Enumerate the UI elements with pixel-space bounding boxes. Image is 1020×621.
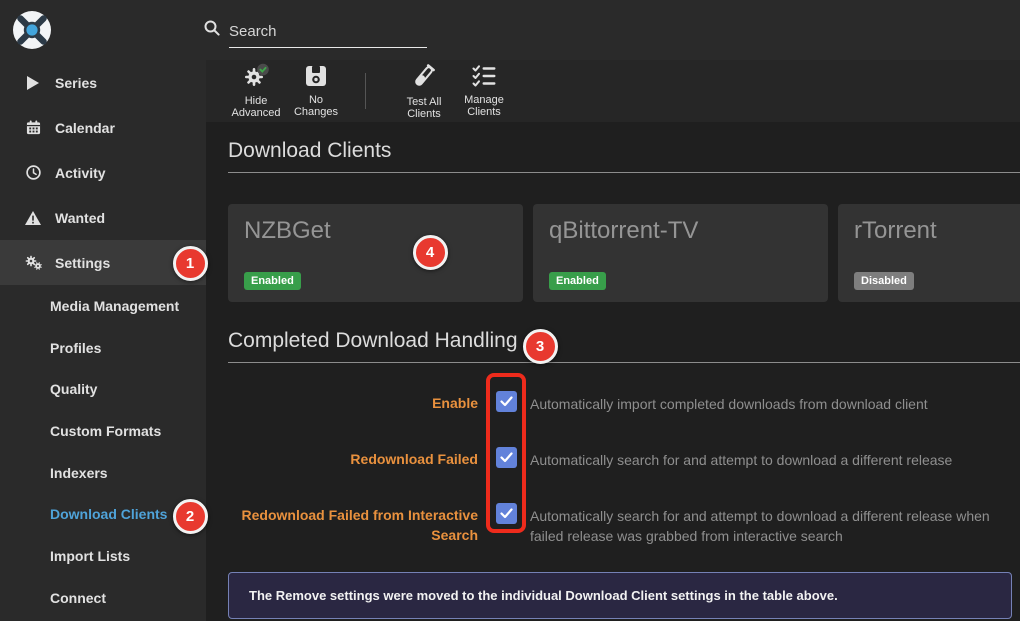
status-badge: Disabled (854, 272, 914, 290)
sidebar-subitem-label: Indexers (50, 465, 108, 481)
setting-label: Redownload Failed (228, 447, 478, 469)
download-client-card-qbittorrent-tv[interactable]: qBittorrent-TV Enabled (533, 204, 828, 302)
client-name: qBittorrent-TV (549, 217, 812, 245)
sidebar-item-profiles[interactable]: Profiles (0, 327, 206, 369)
search-input[interactable] (229, 21, 427, 48)
toolbar-button-label: Hide Advanced (226, 95, 286, 119)
download-client-card-rtorrent[interactable]: rTorrent Disabled (838, 204, 1020, 302)
sidebar-item-activity[interactable]: Activity (0, 150, 206, 195)
advanced-gear-check-icon (243, 63, 270, 91)
sidebar-item-label: Wanted (55, 210, 105, 226)
redownload-failed-checkbox[interactable] (496, 447, 517, 468)
sidebar-item-label: Series (55, 75, 97, 91)
sidebar-subitem-label: Media Management (50, 298, 179, 314)
toolbar-button-label: Test All Clients (394, 96, 454, 120)
search-bar (204, 20, 427, 48)
sidebar-item-calendar[interactable]: Calendar (0, 105, 206, 150)
sidebar-item-import-lists[interactable]: Import Lists (0, 535, 206, 577)
page-toolbar: Hide Advanced No Changes Test All Clien (206, 60, 1020, 122)
download-client-cards: NZBGet Enabled qBittorrent-TV Enabled rT… (228, 204, 1020, 302)
test-tube-icon (411, 63, 437, 92)
sidebar-subitem-label: Profiles (50, 340, 101, 356)
play-icon (24, 76, 42, 90)
setting-label: Enable (228, 391, 478, 413)
sidebar-item-media-management[interactable]: Media Management (0, 285, 206, 327)
sidebar-subitem-label: Download Clients (50, 506, 167, 522)
help-text: Automatically search for and attempt to … (530, 447, 952, 470)
toolbar-button-label: No Changes (286, 94, 346, 118)
toolbar-separator (365, 73, 366, 109)
client-name: rTorrent (854, 217, 1020, 245)
sidebar-subitem-label: Custom Formats (50, 423, 161, 439)
sidebar-item-indexers[interactable]: Indexers (0, 452, 206, 494)
client-name: NZBGet (244, 217, 507, 245)
search-icon (204, 20, 220, 48)
sidebar-item-label: Settings (55, 255, 110, 271)
sidebar-subitem-label: Quality (50, 381, 97, 397)
download-client-card-nzbget[interactable]: NZBGet Enabled (228, 204, 523, 302)
hide-advanced-button[interactable]: Hide Advanced (226, 63, 286, 119)
completed-download-handling-form: Enable Automatically import completed do… (228, 391, 1020, 546)
status-badge: Enabled (549, 272, 606, 290)
sidebar-subitem-label: Connect (50, 590, 106, 606)
gears-icon (24, 255, 42, 270)
enable-checkbox[interactable] (496, 391, 517, 412)
list-check-icon (472, 65, 496, 90)
download-clients-heading: Download Clients (228, 136, 1020, 173)
help-text: Automatically import completed downloads… (530, 391, 928, 414)
sonarr-logo[interactable] (12, 10, 52, 50)
sidebar-item-label: Calendar (55, 120, 115, 136)
remove-settings-notice: The Remove settings were moved to the in… (228, 572, 1012, 619)
sidebar-item-quality[interactable]: Quality (0, 368, 206, 410)
form-row-enable: Enable Automatically import completed do… (228, 391, 1020, 414)
status-badge: Enabled (244, 272, 301, 290)
settings-content: Download Clients NZBGet Enabled qBittorr… (206, 122, 1020, 621)
redownload-failed-interactive-checkbox[interactable] (496, 503, 517, 524)
sidebar-item-series[interactable]: Series (0, 60, 206, 105)
calendar-icon (24, 120, 42, 135)
sidebar-item-wanted[interactable]: Wanted (0, 195, 206, 240)
sidebar-item-download-clients[interactable]: Download Clients (0, 493, 206, 535)
test-all-clients-button[interactable]: Test All Clients (394, 63, 454, 120)
save-changes-button[interactable]: No Changes (286, 65, 346, 118)
sidebar-item-settings[interactable]: Settings (0, 240, 206, 285)
completed-download-handling-heading: Completed Download Handling (228, 326, 1020, 363)
setting-label: Redownload Failed from Interactive Searc… (228, 503, 478, 545)
warning-triangle-icon (24, 211, 42, 225)
help-text: Automatically search for and attempt to … (530, 503, 1000, 546)
form-row-redownload-failed-interactive: Redownload Failed from Interactive Searc… (228, 503, 1020, 546)
manage-clients-button[interactable]: Manage Clients (454, 65, 514, 118)
top-bar (0, 0, 1020, 60)
sidebar: Series Calendar Activity (0, 60, 206, 621)
sidebar-subitem-label: Import Lists (50, 548, 130, 564)
floppy-save-icon (305, 65, 327, 90)
form-row-redownload-failed: Redownload Failed Automatically search f… (228, 447, 1020, 470)
toolbar-button-label: Manage Clients (454, 94, 514, 118)
sidebar-item-label: Activity (55, 165, 106, 181)
sidebar-item-connect[interactable]: Connect (0, 577, 206, 619)
sidebar-item-custom-formats[interactable]: Custom Formats (0, 410, 206, 452)
clock-icon (24, 165, 42, 180)
